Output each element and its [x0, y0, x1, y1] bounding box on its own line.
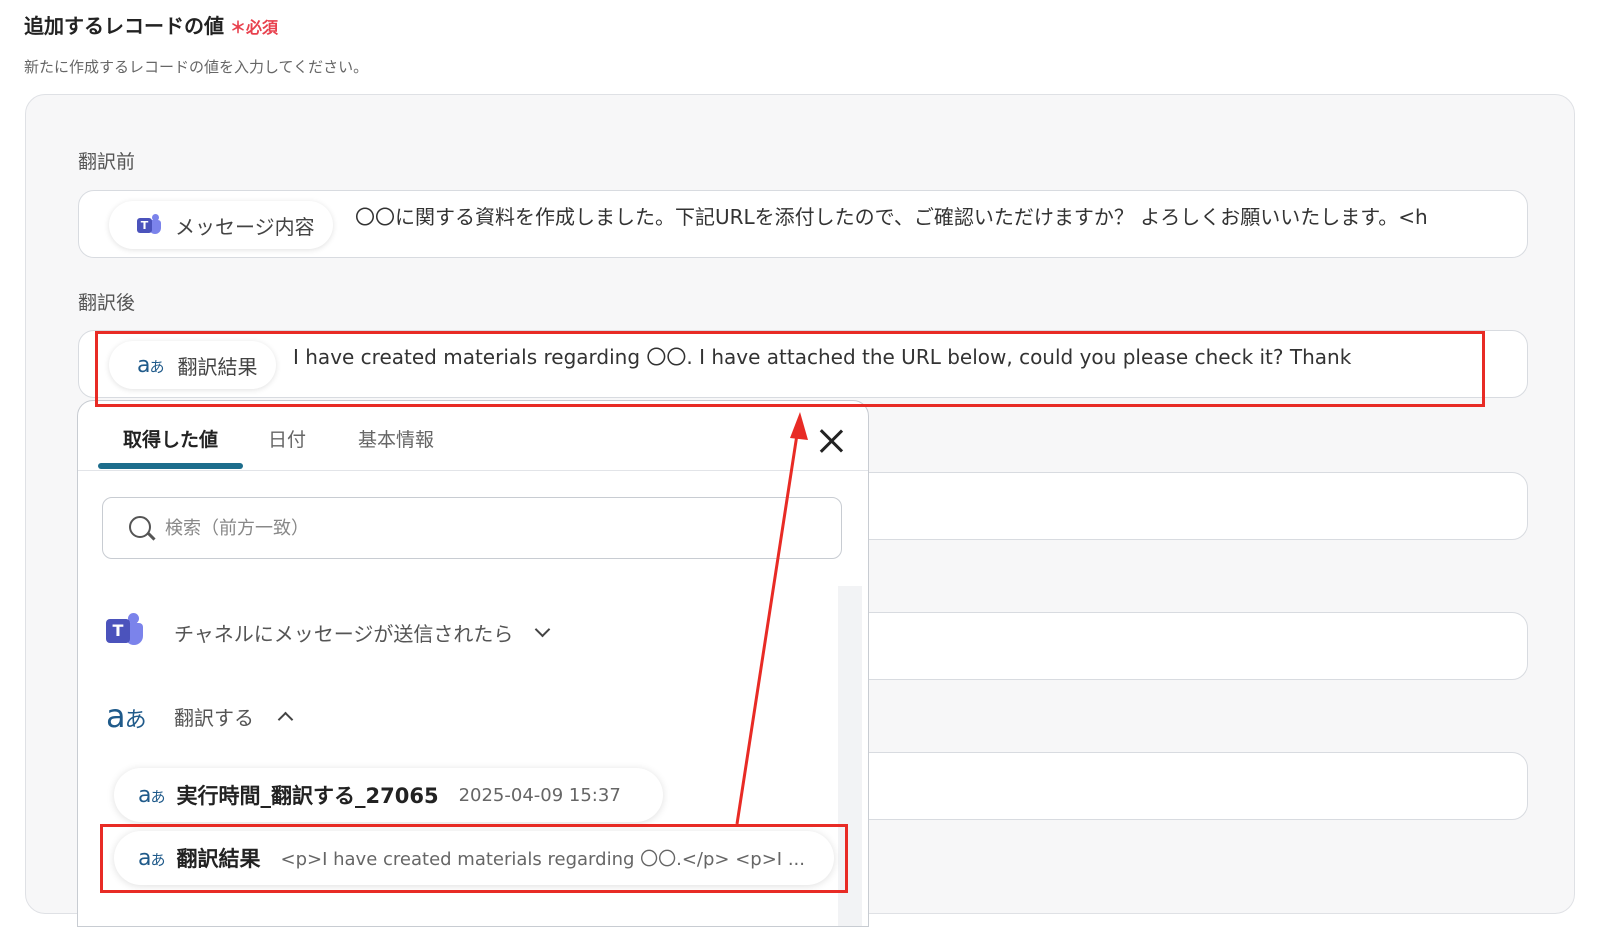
scrollbar[interactable] [838, 586, 862, 926]
value-picker-popup: 取得した値 日付 基本情報 T チャネルにメッセージが送信されたら aあ 翻訳す… [77, 400, 869, 927]
tab-date[interactable]: 日付 [268, 425, 306, 452]
translate-icon: aあ [138, 782, 166, 808]
teams-icon: T [137, 214, 161, 236]
field-input-after[interactable]: aあ 翻訳結果 I have created materials regardi… [78, 330, 1528, 398]
list-item-translation-result[interactable]: aあ 翻訳結果 <p>I have created materials rega… [114, 831, 834, 885]
section-description: 新たに作成するレコードの値を入力してください。 [24, 58, 369, 76]
chip-label: 翻訳結果 [177, 354, 258, 379]
search-icon [129, 516, 151, 538]
chevron-up-icon [277, 711, 294, 727]
active-tab-indicator [98, 463, 243, 469]
variable-chip-message[interactable]: T メッセージ内容 [109, 201, 333, 249]
search-box [102, 497, 842, 559]
tab-acquired-values[interactable]: 取得した値 [123, 425, 218, 452]
popup-tabs: 取得した値 日付 基本情報 [78, 401, 868, 471]
section-title: 追加するレコードの値 ＊必須 [24, 10, 278, 39]
field-label-before: 翻訳前 [78, 151, 136, 173]
variable-chip-translation[interactable]: aあ 翻訳結果 [109, 341, 276, 389]
field-label-after: 翻訳後 [78, 292, 136, 314]
required-badge: ＊必須 [230, 18, 279, 37]
teams-icon: T [106, 613, 146, 647]
field-value-text: I have created materials regarding 〇〇. I… [293, 345, 1352, 369]
search-input[interactable] [165, 512, 805, 544]
group-teams-trigger[interactable]: T チャネルにメッセージが送信されたら [106, 613, 551, 652]
translate-icon: aあ [138, 845, 166, 871]
field-input-before[interactable]: T メッセージ内容 〇〇に関する資料を作成しました。下記URLを添付したので、ご… [78, 190, 1528, 258]
item-value: <p>I have created materials regarding 〇〇… [280, 849, 806, 870]
item-name: 翻訳結果 [176, 847, 261, 871]
chevron-down-icon [535, 621, 551, 638]
tab-basic-info[interactable]: 基本情報 [358, 425, 434, 452]
close-icon[interactable] [816, 426, 846, 456]
group-label: チャネルにメッセージが送信されたら [174, 622, 514, 646]
item-name: 実行時間_翻訳する_27065 [176, 784, 439, 808]
translate-icon: aあ [106, 697, 147, 735]
item-value: 2025-04-09 15:37 [458, 784, 621, 806]
translate-icon: aあ [137, 352, 165, 378]
group-translate[interactable]: aあ 翻訳する [106, 697, 294, 735]
list-item-execution-time[interactable]: aあ 実行時間_翻訳する_27065 2025-04-09 15:37 [114, 768, 663, 822]
section-title-text: 追加するレコードの値 [24, 14, 224, 38]
chip-label: メッセージ内容 [175, 214, 315, 239]
field-value-text: 〇〇に関する資料を作成しました。下記URLを添付したので、ご確認いただけますか？… [355, 205, 1428, 229]
group-label: 翻訳する [174, 705, 254, 730]
